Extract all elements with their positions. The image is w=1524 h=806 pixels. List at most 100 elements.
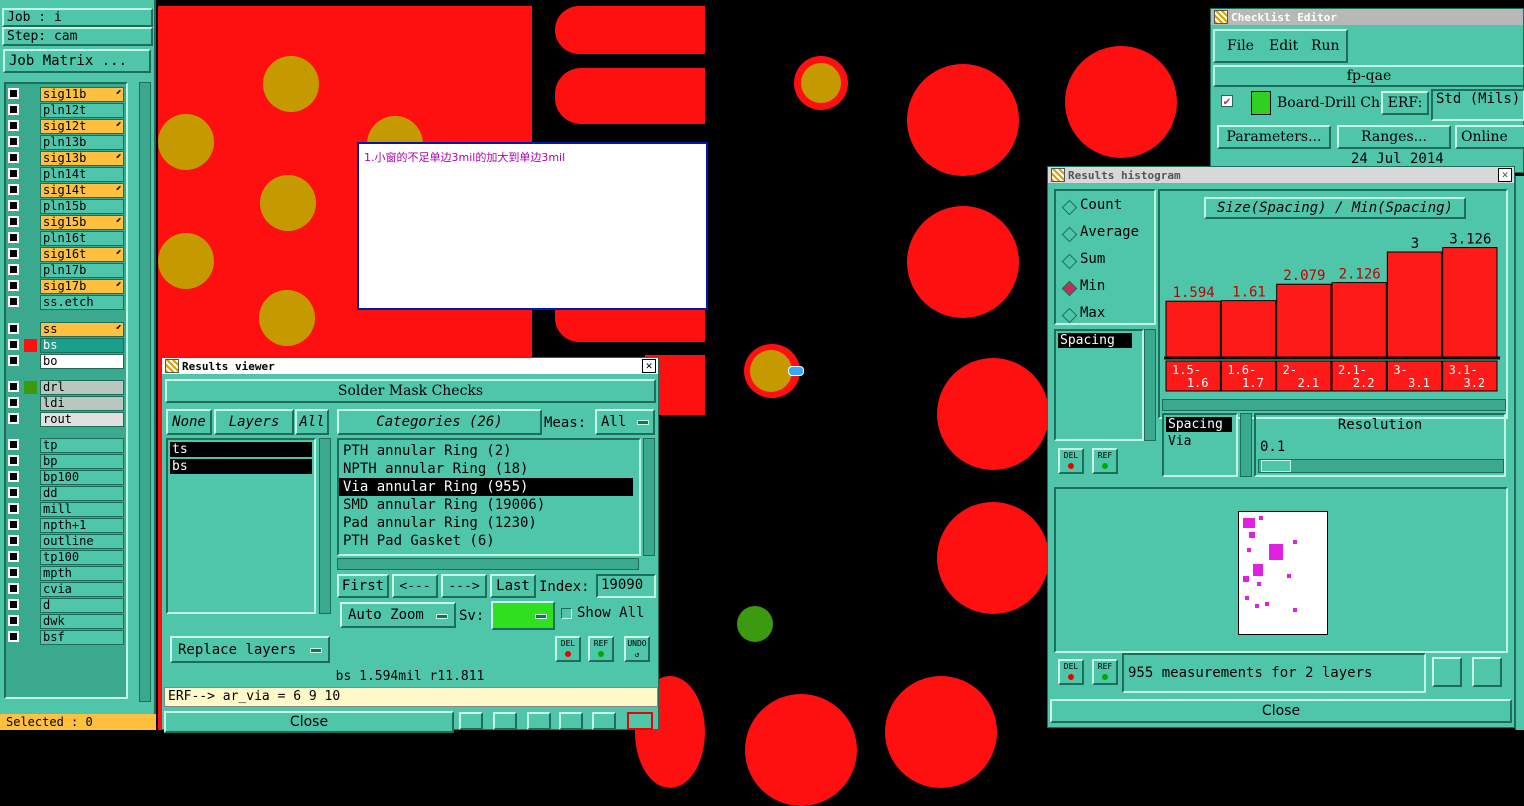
category-item[interactable]: Via annular Ring (955) bbox=[339, 478, 633, 496]
category-item[interactable]: Pad annular Ring (1230) bbox=[339, 514, 633, 532]
job-matrix-button[interactable]: Job Matrix ... bbox=[3, 49, 151, 73]
layer-row-sig14t[interactable]: sig14t ⬋ bbox=[6, 183, 124, 198]
histogram-bar[interactable] bbox=[1220, 300, 1277, 358]
hist-ref-button[interactable]: REF bbox=[1092, 448, 1118, 474]
note-box[interactable]: 1.小窗的不足单边3mil的加大到单边3mil bbox=[357, 142, 708, 310]
layer-row-mill[interactable]: mill bbox=[6, 502, 124, 517]
category-item[interactable]: PTH annular Ring (2) bbox=[339, 442, 633, 460]
layer-row-pln16t[interactable]: pln16t bbox=[6, 231, 124, 246]
layer-row-mpth[interactable]: mpth bbox=[6, 566, 124, 581]
layer-row-sig12t[interactable]: sig12t ⬋ bbox=[6, 119, 124, 134]
tool-icon-5[interactable] bbox=[592, 712, 616, 730]
none-button[interactable]: None bbox=[166, 409, 212, 435]
index-input[interactable]: 19090 bbox=[596, 574, 656, 598]
category-listbox[interactable]: PTH annular Ring (2) NPTH annular Ring (1… bbox=[337, 438, 641, 556]
layer-row-tp100[interactable]: tp100 bbox=[6, 550, 124, 565]
layer-checkbox[interactable] bbox=[8, 355, 19, 366]
layer-checkbox[interactable] bbox=[8, 120, 19, 131]
layer-row-drl[interactable]: drl bbox=[6, 380, 124, 395]
layer-row-npth+1[interactable]: npth+1 bbox=[6, 518, 124, 533]
meas-select[interactable]: All bbox=[595, 409, 655, 435]
layer-row-bs[interactable]: bs bbox=[6, 338, 124, 353]
next-button[interactable]: ---> bbox=[441, 574, 487, 598]
layer-checkbox[interactable] bbox=[8, 264, 19, 275]
sv-color-select[interactable] bbox=[491, 601, 555, 630]
tool-icon-3[interactable] bbox=[527, 712, 551, 730]
field-list[interactable]: Spacing Via bbox=[1162, 413, 1238, 477]
last-button[interactable]: Last bbox=[490, 574, 536, 598]
layer-row-bp100[interactable]: bp100 bbox=[6, 470, 124, 485]
layer-listbox[interactable]: ts bs bbox=[166, 438, 316, 614]
zoom-home-icon[interactable] bbox=[1472, 657, 1502, 687]
close-icon[interactable]: ✕ bbox=[642, 359, 656, 373]
layer-checkbox[interactable] bbox=[8, 631, 19, 642]
layer-checkbox[interactable] bbox=[8, 184, 19, 195]
layer-row-cvia[interactable]: cvia bbox=[6, 582, 124, 597]
layer-row-sig17b[interactable]: sig17b ⬋ bbox=[6, 279, 124, 294]
undo-button[interactable]: UNDO ↺ bbox=[624, 636, 650, 662]
layer-checkbox[interactable] bbox=[8, 280, 19, 291]
layer-checkbox[interactable] bbox=[8, 519, 19, 530]
menu-file[interactable]: File bbox=[1227, 38, 1254, 54]
layer-row-bp[interactable]: bp bbox=[6, 454, 124, 469]
histogram-bar[interactable] bbox=[1442, 247, 1498, 358]
hist-del-button[interactable]: DEL bbox=[1058, 448, 1084, 474]
layer-row-bo[interactable]: bo bbox=[6, 354, 124, 369]
chart-hscrollbar[interactable] bbox=[1162, 399, 1506, 411]
layer-checkbox[interactable] bbox=[8, 323, 19, 334]
histogram-bar[interactable] bbox=[1386, 251, 1443, 358]
layer-checkbox[interactable] bbox=[8, 200, 19, 211]
layer-checkbox[interactable] bbox=[8, 88, 19, 99]
measure-list-scrollbar[interactable] bbox=[1144, 329, 1156, 441]
layer-checkbox[interactable] bbox=[8, 471, 19, 482]
layer-list-item-ts[interactable]: ts bbox=[170, 442, 312, 457]
layer-row-sig13b[interactable]: sig13b ⬋ bbox=[6, 151, 124, 166]
category-listbox-scrollbar[interactable] bbox=[643, 438, 655, 556]
layer-row-pln15b[interactable]: pln15b bbox=[6, 199, 124, 214]
del-button[interactable]: DEL bbox=[555, 636, 581, 662]
layer-checkbox[interactable] bbox=[8, 599, 19, 610]
layer-checkbox[interactable] bbox=[8, 397, 19, 408]
layer-row-ss[interactable]: ss ⬋ bbox=[6, 322, 124, 337]
layer-row-ldi[interactable]: ldi bbox=[6, 396, 124, 411]
zoom-select-icon[interactable] bbox=[1432, 657, 1462, 687]
layer-row-bsf[interactable]: bsf bbox=[6, 630, 124, 645]
layer-row-rout[interactable]: rout bbox=[6, 412, 124, 427]
layer-checkbox[interactable] bbox=[8, 439, 19, 450]
tool-icon-2[interactable] bbox=[493, 712, 517, 730]
layer-row-sig15b[interactable]: sig15b ⬋ bbox=[6, 215, 124, 230]
layer-checkbox[interactable] bbox=[8, 168, 19, 179]
histogram-icon[interactable] bbox=[627, 712, 653, 730]
histogram-titlebar[interactable]: Results histogram ✕ bbox=[1048, 167, 1514, 183]
layer-row-dwk[interactable]: dwk bbox=[6, 614, 124, 629]
replace-layers-select[interactable]: Replace layers bbox=[170, 636, 330, 663]
category-item[interactable]: PTH Pad Gasket (6) bbox=[339, 532, 633, 550]
auto-zoom-select[interactable]: Auto Zoom bbox=[340, 602, 456, 628]
hist-ref-button-2[interactable]: REF bbox=[1092, 659, 1118, 685]
first-button[interactable]: First bbox=[337, 574, 389, 598]
layer-checkbox[interactable] bbox=[8, 248, 19, 259]
layer-checkbox[interactable] bbox=[8, 232, 19, 243]
layer-checkbox[interactable] bbox=[8, 136, 19, 147]
check-checkbox[interactable]: ✔ bbox=[1221, 95, 1233, 107]
layer-checkbox[interactable] bbox=[8, 503, 19, 514]
menu-run[interactable]: Run bbox=[1311, 38, 1340, 54]
category-item[interactable]: NPTH annular Ring (18) bbox=[339, 460, 633, 478]
tool-icon-1[interactable] bbox=[459, 712, 483, 730]
layer-checkbox[interactable] bbox=[8, 339, 19, 350]
layer-row-pln17b[interactable]: pln17b bbox=[6, 263, 124, 278]
tool-icon-4[interactable] bbox=[559, 712, 583, 730]
resolution-slider[interactable] bbox=[1258, 459, 1504, 473]
layer-checkbox[interactable] bbox=[8, 583, 19, 594]
layer-row-sig16t[interactable]: sig16t ⬋ bbox=[6, 247, 124, 262]
layer-listbox-scrollbar[interactable] bbox=[319, 438, 331, 614]
histogram-close-button[interactable]: Close bbox=[1050, 699, 1512, 723]
layer-row-dd[interactable]: dd bbox=[6, 486, 124, 501]
layer-row-pln14t[interactable]: pln14t bbox=[6, 167, 124, 182]
all-layers-button[interactable]: All bbox=[295, 409, 329, 435]
close-icon[interactable]: ✕ bbox=[1498, 168, 1512, 182]
layer-checkbox[interactable] bbox=[8, 567, 19, 578]
layer-checkbox[interactable] bbox=[8, 104, 19, 115]
field-list-item-via[interactable]: Via bbox=[1166, 434, 1232, 449]
category-hscrollbar[interactable] bbox=[337, 558, 639, 570]
